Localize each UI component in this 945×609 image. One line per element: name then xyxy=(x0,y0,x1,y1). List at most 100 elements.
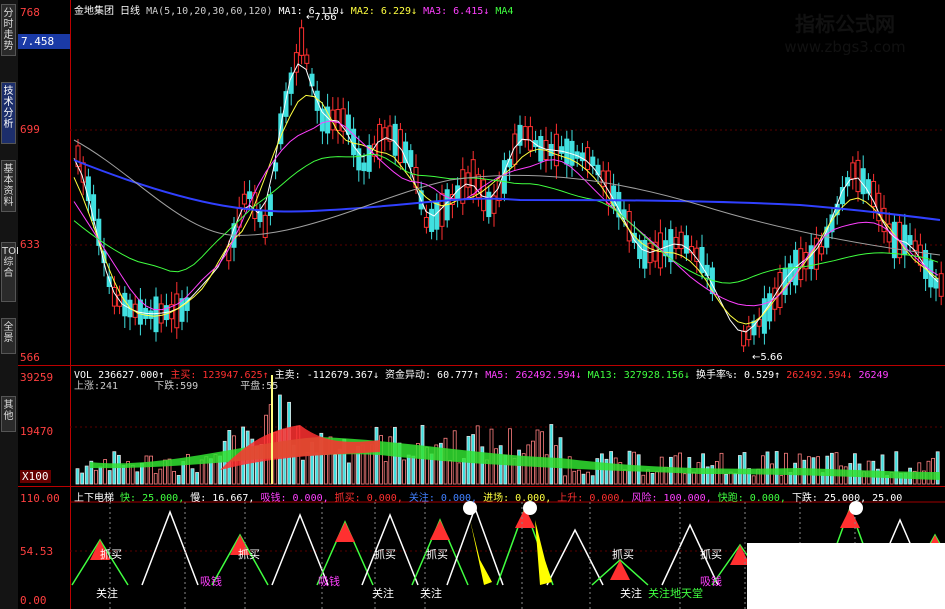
volume-bar xyxy=(577,469,581,485)
volume-bar xyxy=(853,453,857,485)
volume-bar xyxy=(457,462,462,485)
candle-body xyxy=(704,264,710,276)
vol-ma13: MA13: 327928.156↓ xyxy=(587,370,690,381)
volume-bar xyxy=(751,475,756,485)
fast-value: 快: 25.000, xyxy=(120,493,185,504)
zhuamai-value: 抓买: 0.000, xyxy=(334,493,403,504)
turnover-rate: 换手率%: 0.529↑ xyxy=(695,370,781,381)
vol-ma5: MA5: 262492.594↓ xyxy=(485,370,582,381)
volume-bar xyxy=(383,461,388,485)
volume-bar xyxy=(411,455,416,485)
volume-bar xyxy=(305,452,310,485)
volume-bar xyxy=(655,471,659,485)
volume-bar xyxy=(314,452,319,485)
volume-bar xyxy=(692,471,696,485)
volume-bar xyxy=(117,454,121,485)
volume-bar xyxy=(130,464,135,485)
fund-flow-value: 资金异动: 60.777↑ xyxy=(385,370,480,381)
volume-bar xyxy=(333,454,338,485)
stock-name: 金地集团 xyxy=(74,6,114,17)
sell-value: -112679.367↓ xyxy=(306,370,379,381)
signal-label: 抓买 xyxy=(374,548,396,561)
volume-bar xyxy=(222,440,227,485)
volume-bar xyxy=(80,472,84,485)
candle-body xyxy=(91,194,97,221)
candle-body xyxy=(527,126,533,151)
signal-label: 关注地天堂 xyxy=(648,587,703,600)
candle-body xyxy=(522,126,528,141)
up-count: 上涨:241 xyxy=(74,381,119,392)
signal-label: 关注 xyxy=(96,587,118,600)
volume-bar xyxy=(121,465,126,485)
indicator-name: 上下电梯 xyxy=(74,493,114,504)
volume-bar xyxy=(774,451,779,485)
candle-body xyxy=(907,235,913,245)
volume-bar xyxy=(176,474,181,485)
fengxian-value: 风险: 100.000, xyxy=(631,493,712,504)
indicator-red-fill xyxy=(430,520,450,540)
ma-params: MA(5,10,20,30,60,120) xyxy=(146,6,273,17)
candle-body xyxy=(335,109,341,131)
volume-bar xyxy=(144,455,149,485)
signal-label: 关注 xyxy=(372,587,394,600)
candle-body xyxy=(891,221,897,259)
volume-bar xyxy=(710,465,715,485)
signal-label: 抓买 xyxy=(100,548,122,561)
candle-body xyxy=(860,168,866,195)
ma5-line xyxy=(73,139,941,256)
indicator-last-value: 25.00 xyxy=(872,493,903,504)
volume-bar xyxy=(374,426,379,485)
ma6-line xyxy=(73,159,941,221)
watermark-url: www.zbgs3.com xyxy=(784,38,906,56)
candle-body xyxy=(626,210,632,242)
candle-body xyxy=(148,310,154,319)
vol-extra-1: 262492.594↓ xyxy=(786,370,853,381)
candle-body xyxy=(564,138,570,165)
stock-chart-canvas xyxy=(70,19,945,609)
candle-body xyxy=(496,180,502,202)
volume-bar xyxy=(172,470,177,485)
volume-bar xyxy=(135,471,140,485)
volume-bar xyxy=(195,472,200,485)
watermark-box xyxy=(747,543,945,609)
volume-subheader: 上涨:241 下跌:599 平盘:55 xyxy=(74,377,278,392)
candle-body xyxy=(590,156,596,167)
candle-body xyxy=(637,240,643,260)
indicator-yellow-fill xyxy=(535,520,552,585)
shangsheng-value: 上升: 0.000, xyxy=(557,493,626,504)
candle-body xyxy=(392,123,398,156)
price-header: 金地集团 日线 MA(5,10,20,30,60,120) MA1: 6.110… xyxy=(74,2,513,17)
volume-bar xyxy=(563,475,567,485)
candle-body xyxy=(855,159,861,193)
indicator-wave xyxy=(446,505,504,586)
candle-body xyxy=(299,27,305,56)
volume-bar xyxy=(623,469,627,485)
candle-body xyxy=(481,179,487,212)
volume-bar xyxy=(94,469,98,485)
candle-body xyxy=(423,216,429,228)
candle-body xyxy=(595,164,601,176)
candle-body xyxy=(694,247,700,262)
candle-body xyxy=(501,160,507,194)
candle-body xyxy=(153,296,159,333)
volume-bar xyxy=(75,468,80,485)
volume-bar xyxy=(581,473,586,485)
candle-body xyxy=(247,191,253,200)
candle-body xyxy=(455,185,461,201)
volume-bar xyxy=(153,473,158,485)
ma2-value: MA2: 6.229↓ xyxy=(350,6,418,17)
candle-body xyxy=(304,54,310,64)
volume-bar xyxy=(880,454,885,485)
volume-bar xyxy=(724,473,728,485)
candle-body xyxy=(938,273,944,297)
volume-bar xyxy=(351,452,356,485)
signal-label: 抓买 xyxy=(238,548,260,561)
volume-bar xyxy=(84,465,89,485)
candle-body xyxy=(559,146,565,154)
jinchang-value: 进场: 0.000, xyxy=(483,493,552,504)
candle-body xyxy=(741,330,747,347)
flat-count: 平盘:55 xyxy=(240,381,279,392)
volume-bar xyxy=(346,462,351,485)
high-annotation: ←7.66 xyxy=(306,12,337,23)
volume-bar xyxy=(682,473,687,485)
